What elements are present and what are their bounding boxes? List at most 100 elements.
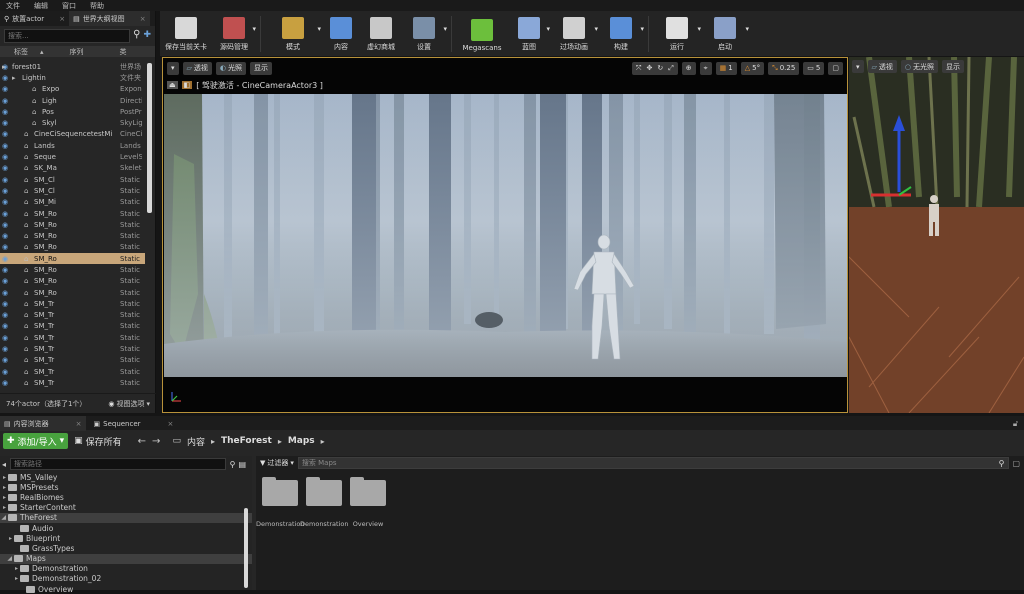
eye-icon[interactable]: ◉ — [0, 300, 10, 308]
viewport-menu-button[interactable]: ▾ — [852, 60, 864, 73]
folder-tree-item[interactable]: ▸ MS_Valley — [0, 472, 252, 482]
back-arrow-icon[interactable]: ← — [138, 436, 146, 447]
outliner-row[interactable]: ◉ ⌂ SM_Ro Static — [0, 287, 145, 298]
select-icon[interactable]: ⤧ — [636, 64, 642, 73]
folder-tree-item[interactable]: GrassTypes — [0, 543, 252, 553]
tree-scrollbar[interactable] — [244, 508, 248, 588]
folder-tree-item[interactable]: ▸ Blueprint — [0, 533, 252, 543]
tab-sequencer[interactable]: ▣ Sequencer × — [90, 416, 178, 431]
expand-arrow-icon[interactable]: ▸ — [0, 474, 8, 481]
eye-icon[interactable]: ◉ — [0, 142, 10, 150]
chevron-down-icon[interactable]: ▾ — [443, 25, 447, 33]
folder-tree-item[interactable]: ◢ Maps — [0, 553, 252, 564]
camera-speed[interactable]: ▭ 5 — [803, 61, 825, 75]
outliner-row[interactable]: ◉ ▸ forest01 世界场 — [0, 61, 145, 72]
toolbar-button-settings[interactable]: 设置 ▾ — [401, 13, 447, 56]
folder-tree-item[interactable]: ▸ RealBiomes — [0, 492, 252, 502]
outliner-row[interactable]: ◉ ⌂ SM_Ro Static — [0, 208, 145, 219]
outliner-row[interactable]: ◉ ⌂ SM_Tr Static — [0, 332, 145, 343]
scale-snap[interactable]: ⤡ 0.25 — [768, 61, 800, 75]
toolbar-button-cinematics[interactable]: 过场动画 ▾ — [550, 13, 598, 56]
save-search-icon[interactable]: ▢ — [1012, 459, 1020, 468]
outliner-row[interactable]: ◉ ⌂ SM_Tr Static — [0, 310, 145, 321]
folder-tree-item[interactable]: ▸ StarterContent — [0, 503, 252, 513]
add-import-button[interactable]: ✚ 添加/导入 ▾ — [3, 433, 69, 449]
eye-icon[interactable]: ◉ — [0, 289, 10, 297]
menu-item[interactable]: 帮助 — [90, 1, 104, 11]
outliner-row[interactable]: ◉ ⌂ Skyl SkyLig — [0, 117, 145, 128]
column-type[interactable]: 类 — [120, 47, 127, 57]
rotate-icon[interactable]: ↻ — [657, 64, 663, 72]
angle-snap[interactable]: △ 5° — [740, 61, 765, 75]
eye-icon[interactable]: ◉ — [0, 232, 10, 240]
collapse-panel-icon[interactable]: ◂ — [2, 460, 6, 469]
outliner-row[interactable]: ◉ ⌂ SM_Ro Static — [0, 276, 145, 287]
surface-snap-toggle[interactable]: ⌖ — [699, 61, 712, 75]
transform-tools[interactable]: ⤧ ✥ ↻ ⤢ — [631, 61, 678, 75]
viewport-scene[interactable] — [164, 94, 847, 377]
eye-icon[interactable]: ◉ — [0, 210, 10, 218]
view-options-button[interactable]: ◉ 视图选项 ▾ — [108, 399, 150, 409]
outliner-row[interactable]: ◉ ⌂ SM_Ro Static — [0, 264, 145, 275]
unlit-button[interactable]: ○ 无光照 — [900, 60, 939, 73]
eye-icon[interactable]: ◉ — [0, 97, 10, 105]
outliner-row[interactable]: ◉ ▸ Lightin 文件夹 — [0, 72, 145, 83]
expand-arrow-icon[interactable]: ▸ — [0, 504, 8, 511]
menu-item[interactable]: 编辑 — [34, 1, 48, 11]
column-label[interactable]: 标签 — [14, 47, 28, 57]
toolbar-button-blueprint[interactable]: 蓝图 ▾ — [508, 13, 550, 56]
breadcrumb-content[interactable]: 内容 — [187, 435, 205, 448]
outliner-row[interactable]: ◉ ⌂ SM_Tr Static — [0, 298, 145, 309]
outliner-row[interactable]: ◉ ⌂ SM_Tr Static — [0, 366, 145, 377]
toolbar-button-source-control[interactable]: 源码管理 ▾ — [212, 13, 256, 56]
eye-icon[interactable]: ◉ — [0, 164, 10, 172]
eye-icon[interactable]: ◉ — [0, 108, 10, 116]
eye-icon[interactable]: ◉ — [0, 266, 10, 274]
outliner-row[interactable]: ◉ ⌂ Lands Lands — [0, 140, 145, 151]
eye-icon[interactable]: ◉ — [0, 119, 10, 127]
show-button[interactable]: 显示 — [942, 60, 965, 73]
outliner-row[interactable]: ◉ ⌂ Ligh Directi — [0, 95, 145, 106]
breadcrumb-maps[interactable]: Maps — [288, 436, 315, 446]
perspective-button[interactable]: ▱ 透视 — [182, 61, 212, 75]
folder-tree-item[interactable]: ▸ MSPresets — [0, 482, 252, 492]
eye-icon[interactable]: ◉ — [0, 74, 10, 82]
menu-item[interactable]: 文件 — [6, 1, 20, 11]
outliner-row[interactable]: ◉ ⌂ SM_Cl Static — [0, 185, 145, 196]
search-path-input[interactable]: 搜索路径 — [10, 458, 226, 470]
column-sequence[interactable]: 序列 — [70, 47, 84, 57]
forward-arrow-icon[interactable]: → — [152, 436, 160, 447]
toolbar-button-launch[interactable]: 启动 ▾ — [701, 13, 749, 56]
eye-icon[interactable]: ◉ — [0, 187, 10, 195]
level-viewport[interactable]: ▾ ▱ 透视 ◐ 光照 显示 ⤧ ✥ ↻ ⤢ ⊕ ⌖ ▦ 1 △ 5° ⤡ 0.… — [162, 57, 848, 413]
expand-arrow-icon[interactable]: ◢ — [0, 555, 14, 562]
asset-folder[interactable]: Demonstration_02 — [300, 477, 348, 528]
filters-button[interactable]: ▼ 过滤器 ▾ — [260, 458, 294, 468]
eye-icon[interactable]: ◉ — [0, 130, 10, 138]
asset-folder[interactable]: Demonstration — [256, 477, 304, 528]
expand-arrow-icon[interactable]: ▸ — [0, 494, 8, 501]
folder-tree-item[interactable]: ▸ Demonstration — [0, 564, 252, 574]
eye-icon[interactable]: ◉ — [0, 176, 10, 184]
eye-icon[interactable]: ◉ — [0, 277, 10, 285]
save-all-button[interactable]: ▣ 保存所有 — [74, 435, 122, 448]
tab-world-outliner[interactable]: ▤ 世界大纲视图 × — [69, 11, 150, 26]
lock-icon[interactable]: 🔓︎ — [1013, 419, 1018, 430]
outliner-row[interactable]: ◉ ⌂ Seque LevelS — [0, 151, 145, 162]
outliner-row[interactable]: ◉ ⌂ SM_Tr Static — [0, 321, 145, 332]
perspective-button[interactable]: ▱ 透视 — [867, 60, 897, 73]
close-icon[interactable]: × — [76, 420, 82, 428]
toolbar-button-modes[interactable]: 模式 ▾ — [265, 13, 321, 56]
expand-arrow-icon[interactable]: ▸ — [0, 565, 20, 572]
outliner-scrollbar[interactable] — [147, 63, 152, 213]
eye-icon[interactable]: ◉ — [0, 322, 10, 330]
list-view-icon[interactable]: ▤ — [238, 460, 246, 469]
folder-tree-item[interactable]: ◢ TheForest — [0, 512, 252, 523]
outliner-row[interactable]: ◉ ⌂ SM_Ro Static — [0, 253, 145, 265]
lit-button[interactable]: ◐ 光照 — [215, 61, 247, 75]
eye-icon[interactable]: ◉ — [0, 255, 10, 263]
eye-icon[interactable]: ◉ — [0, 356, 10, 364]
eject-icon[interactable]: ⏏ — [167, 81, 178, 89]
chevron-down-icon[interactable]: ▾ — [640, 25, 644, 33]
expand-arrow-icon[interactable]: ▸ — [0, 484, 8, 491]
